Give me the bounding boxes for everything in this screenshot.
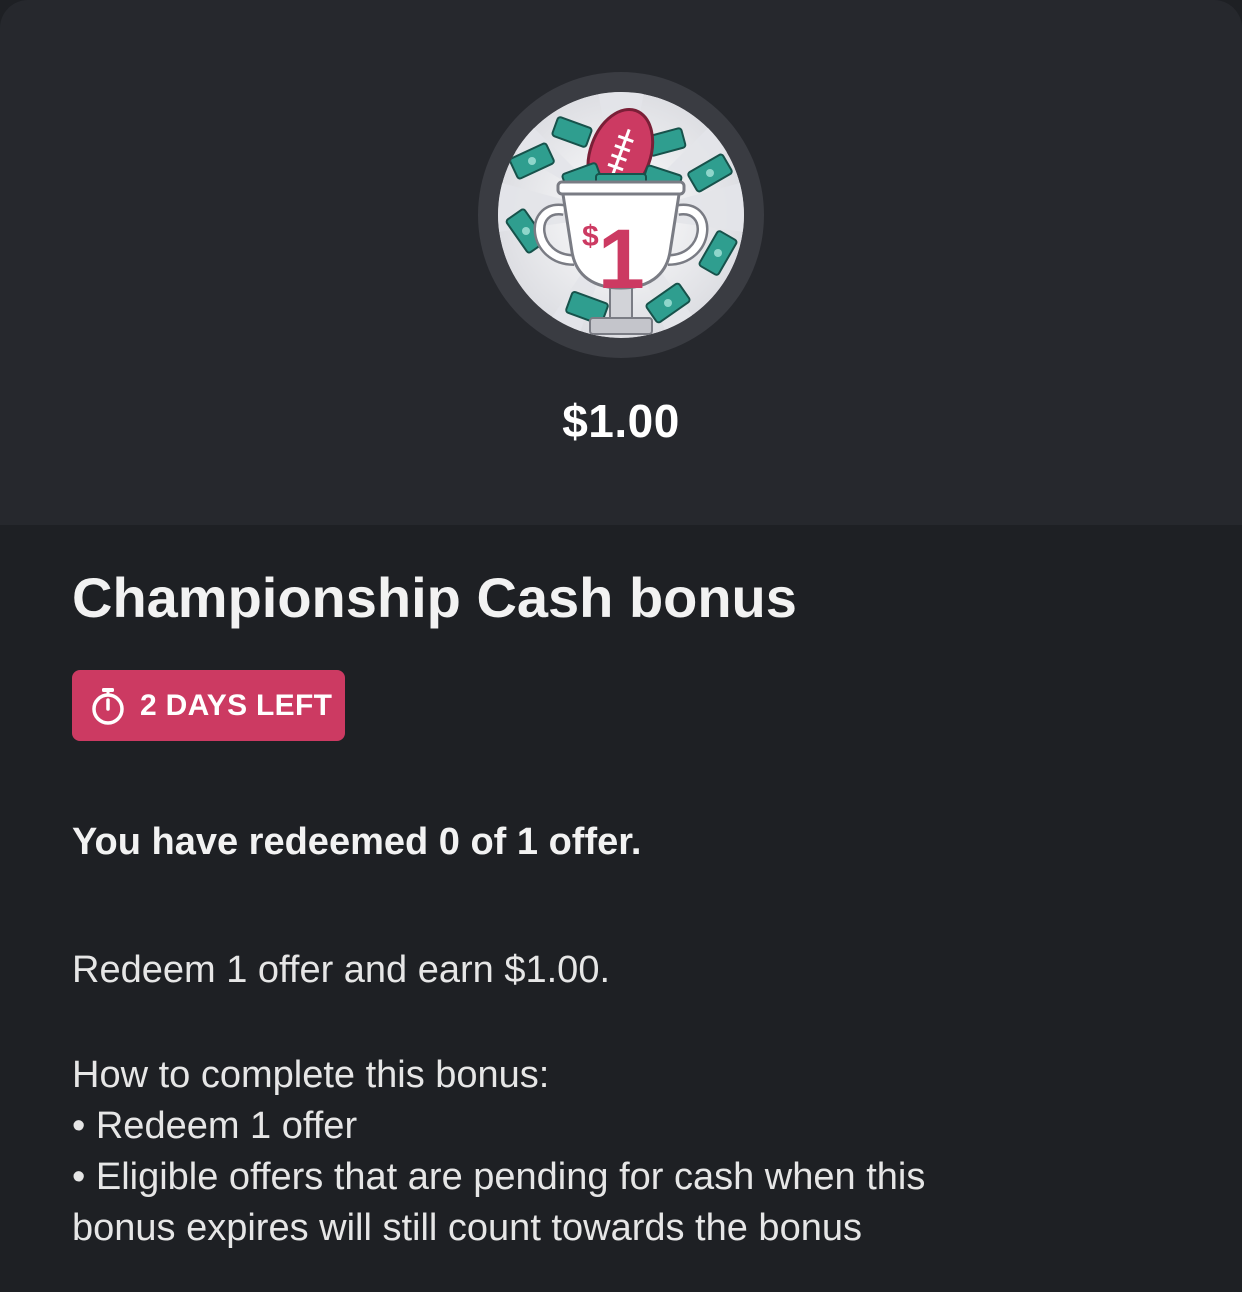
- bonus-hero: $ 1 $1.00: [0, 0, 1242, 525]
- how-to-item: bonus expires will still count towards t…: [72, 1207, 862, 1249]
- how-to-complete: How to complete this bonus: • Redeem 1 o…: [72, 1050, 1072, 1254]
- bonus-detail-sheet: $ 1 $1.00 Championship Cash bonus 2 DAYS…: [0, 0, 1242, 1292]
- how-to-heading: How to complete this bonus:: [72, 1054, 550, 1096]
- bonus-amount: $1.00: [562, 395, 680, 447]
- bonus-description: Redeem 1 offer and earn $1.00.: [72, 949, 611, 991]
- bonus-title: Championship Cash bonus: [72, 566, 797, 629]
- trophy-football-cash-icon: $ 1: [498, 92, 744, 338]
- how-to-item: • Eligible offers that are pending for c…: [72, 1156, 926, 1198]
- time-left-badge: 2 DAYS LEFT: [72, 670, 345, 741]
- bonus-badge: $ 1: [478, 72, 764, 358]
- svg-text:1: 1: [598, 212, 645, 306]
- time-left-label: 2 DAYS LEFT: [140, 688, 333, 722]
- stopwatch-icon: [90, 687, 126, 725]
- svg-text:$: $: [582, 220, 599, 253]
- how-to-item: • Redeem 1 offer: [72, 1105, 358, 1147]
- redeemed-progress-text: You have redeemed 0 of 1 offer.: [72, 821, 642, 863]
